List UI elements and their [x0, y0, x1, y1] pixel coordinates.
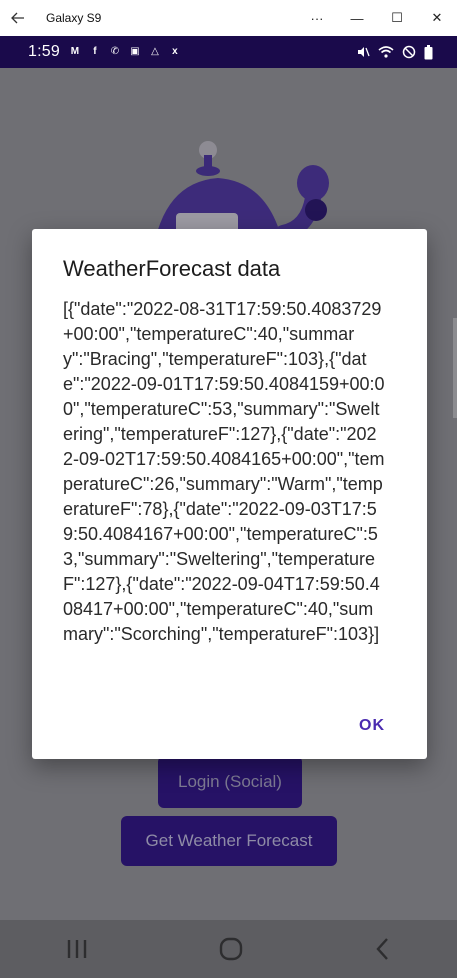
- app-notification-icon: ▣: [130, 46, 140, 57]
- dialog-message: [{"date":"2022-08-31T17:59:50.4083729+00…: [63, 299, 385, 644]
- navigation-bar: [0, 920, 457, 978]
- facebook-icon: f: [93, 46, 97, 57]
- weather-dialog: WeatherForecast data [{"date":"2022-08-3…: [32, 229, 427, 759]
- dialog-title: WeatherForecast data: [63, 256, 281, 281]
- window-title: Galaxy S9: [46, 11, 102, 25]
- app-content: Login (Social) Get Weather Forecast Weat…: [0, 68, 457, 920]
- minimize-button[interactable]: —: [337, 0, 377, 36]
- battery-icon: [424, 44, 433, 59]
- drive-icon: △: [151, 46, 159, 57]
- more-button[interactable]: ···: [297, 0, 337, 36]
- window-controls: ··· — ☐ ✕: [297, 0, 457, 36]
- status-bar: 1:59 M f ✆ ▣ △ x: [0, 36, 457, 68]
- system-status-icons: [356, 36, 433, 68]
- mute-icon: [358, 47, 370, 57]
- whatsapp-icon: ✆: [110, 46, 120, 57]
- recents-icon[interactable]: [65, 938, 89, 960]
- status-time: 1:59: [28, 43, 60, 60]
- ok-button[interactable]: OK: [359, 717, 385, 735]
- wifi-icon: [378, 46, 394, 58]
- notification-icons: M f ✆ ▣ △ x: [68, 45, 182, 59]
- login-social-button[interactable]: Login (Social): [158, 756, 302, 808]
- close-button[interactable]: ✕: [417, 0, 457, 36]
- get-weather-forecast-button[interactable]: Get Weather Forecast: [121, 816, 337, 866]
- emulator-title-bar: Galaxy S9 ··· — ☐ ✕: [0, 0, 457, 36]
- home-icon[interactable]: [218, 937, 244, 961]
- gmail-icon: M: [70, 46, 80, 57]
- scrollbar[interactable]: [453, 318, 457, 418]
- back-icon[interactable]: [373, 937, 393, 961]
- dnd-icon: [402, 45, 416, 59]
- maximize-button[interactable]: ☐: [377, 0, 417, 36]
- excel-icon: x: [172, 46, 178, 57]
- device-screen: 1:59 M f ✆ ▣ △ x Login (Social) Get Weat…: [0, 36, 457, 978]
- back-arrow-icon[interactable]: [0, 0, 36, 36]
